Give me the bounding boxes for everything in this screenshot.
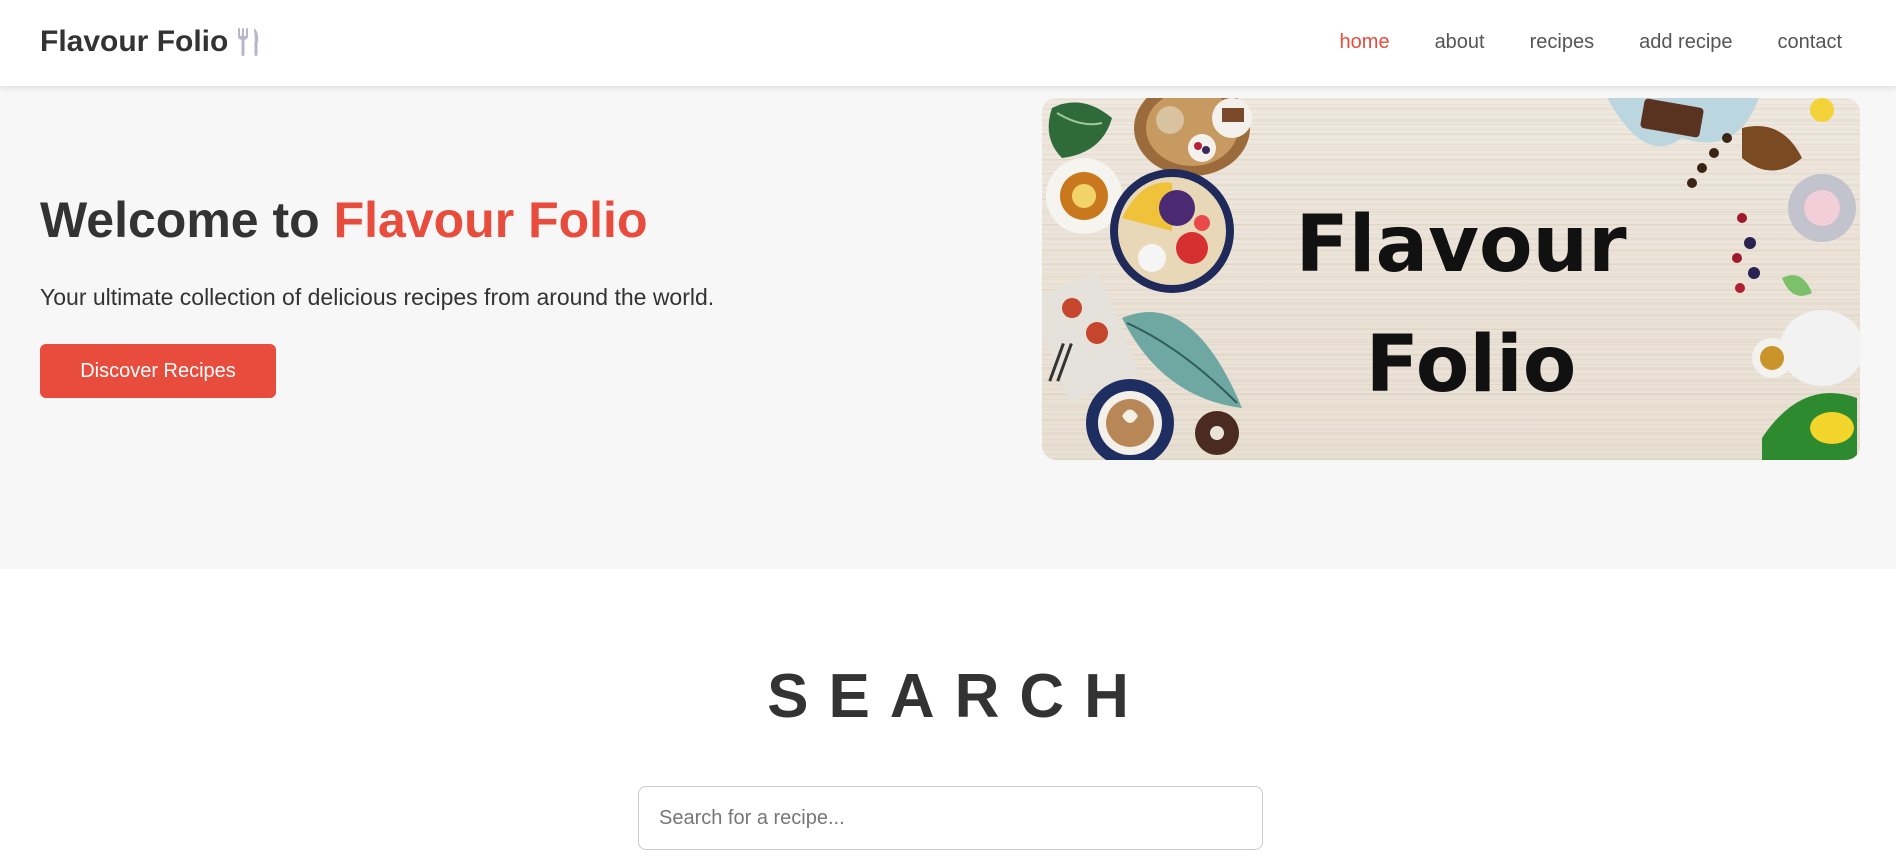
site-logo[interactable]: Flavour Folio: [40, 24, 262, 60]
hero-section: Welcome to Flavour Folio Your ultimate c…: [0, 86, 1896, 569]
nav-item-add-recipe[interactable]: add recipe: [1639, 28, 1732, 56]
site-header: Flavour Folio home about recipes add rec…: [0, 0, 1896, 86]
fork-knife-icon: [236, 26, 262, 58]
banner-title-line1: Flavour: [1295, 200, 1627, 290]
main-nav: home about recipes add recipe contact: [1295, 28, 1842, 56]
hero-title-accent: Flavour Folio: [333, 192, 648, 248]
discover-recipes-button[interactable]: Discover Recipes: [40, 344, 276, 398]
hero-banner-image: Flavour Folio: [1042, 98, 1860, 460]
hero-title: Welcome to Flavour Folio: [40, 190, 648, 250]
banner-title-line2: Folio: [1365, 320, 1577, 410]
search-heading: SEARCH: [767, 662, 1149, 731]
logo-text: Flavour Folio: [40, 25, 229, 58]
nav-item-home[interactable]: home: [1340, 28, 1390, 56]
nav-item-about[interactable]: about: [1435, 28, 1485, 56]
nav-item-contact[interactable]: contact: [1778, 28, 1842, 56]
nav-item-recipes[interactable]: recipes: [1530, 28, 1594, 56]
search-input[interactable]: [638, 786, 1263, 850]
hero-subtitle: Your ultimate collection of delicious re…: [40, 284, 715, 310]
hero-title-prefix: Welcome to: [40, 192, 334, 248]
